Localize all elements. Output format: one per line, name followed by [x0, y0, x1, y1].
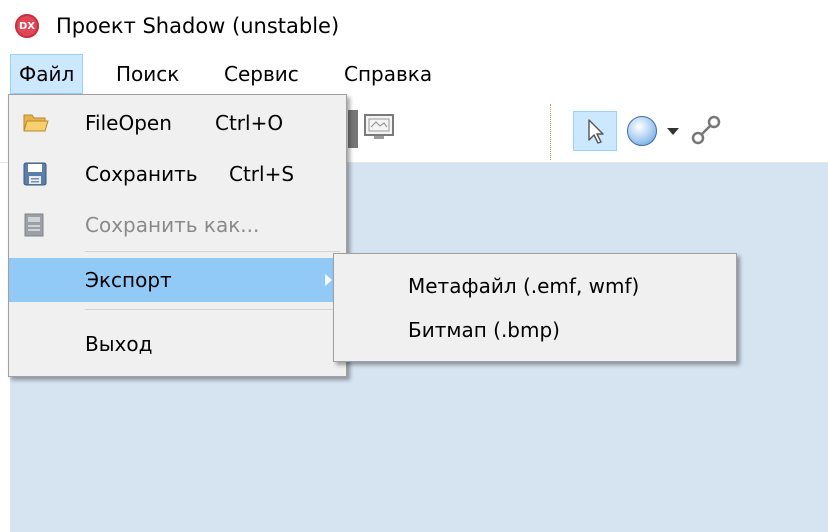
file-menu-dropdown: FileOpen Ctrl+O Сохранить Ctrl+S Сохрани… [8, 94, 347, 377]
screen-icon[interactable] [362, 110, 396, 144]
menu-item-label: Сохранить [85, 162, 198, 186]
link-icon[interactable] [688, 112, 724, 148]
app-logo-icon[interactable]: DX [15, 14, 39, 38]
toolbar-button-partial[interactable] [348, 110, 358, 148]
menu-bar: Файл Поиск Сервис Справка [0, 54, 828, 94]
menu-item-save[interactable]: Сохранить Ctrl+S [9, 152, 346, 196]
menu-search[interactable]: Поиск [108, 54, 187, 94]
menu-item-shortcut: Ctrl+S [229, 162, 295, 186]
save-as-icon [23, 213, 47, 237]
menu-service[interactable]: Сервис [216, 54, 307, 94]
submenu-item-bitmap[interactable]: Битмап (.bmp) [408, 310, 560, 350]
menu-help[interactable]: Справка [336, 54, 440, 94]
menu-item-label: Сохранить как... [85, 213, 260, 237]
pointer-icon[interactable] [573, 111, 617, 151]
folder-open-icon [23, 111, 49, 135]
title-bar: DX Проект Shadow (unstable) [0, 0, 828, 52]
dropdown-arrow-icon[interactable] [667, 128, 679, 135]
menu-item-export[interactable]: Экспорт [9, 258, 346, 302]
menu-item-shortcut: Ctrl+O [215, 111, 284, 135]
menu-item-save-as[interactable]: Сохранить как... [9, 203, 346, 247]
menu-item-exit[interactable]: Выход [9, 322, 346, 366]
floppy-disk-icon [23, 162, 47, 186]
toolbar-separator [550, 104, 551, 160]
menu-separator [85, 309, 340, 310]
menu-item-label: Выход [85, 332, 153, 356]
circle-shape-icon[interactable] [627, 116, 657, 146]
menu-separator [85, 251, 340, 252]
submenu-arrow-icon [325, 274, 332, 286]
menu-item-file-open[interactable]: FileOpen Ctrl+O [9, 101, 346, 145]
menu-item-label: Экспорт [85, 268, 172, 292]
menu-file[interactable]: Файл [10, 54, 84, 94]
export-submenu: Метафайл (.emf, wmf) Битмап (.bmp) [333, 253, 737, 362]
menu-item-label: FileOpen [85, 111, 172, 135]
window-title: Проект Shadow (unstable) [56, 14, 340, 38]
submenu-item-metafile[interactable]: Метафайл (.emf, wmf) [408, 266, 639, 306]
